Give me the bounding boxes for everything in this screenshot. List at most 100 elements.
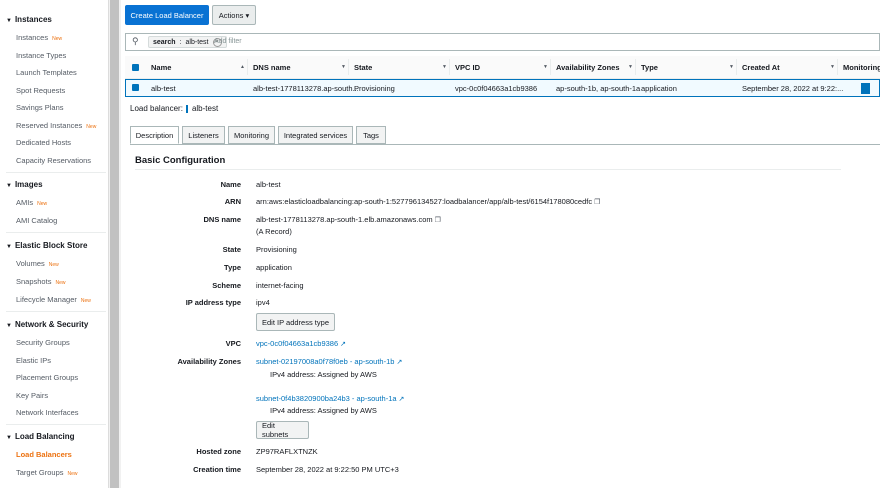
label-ip-address-type: IP address type	[185, 298, 241, 307]
column-header-created[interactable]: Created At	[742, 63, 780, 72]
tab-divider	[130, 144, 880, 145]
sidebar-item-elastic-ips[interactable]: Elastic IPs	[16, 356, 51, 365]
selected-lb-label: Load balancer: alb-test	[130, 104, 219, 113]
label-state: State	[222, 245, 241, 254]
create-load-balancer-button[interactable]: Create Load Balancer	[125, 5, 209, 25]
sidebar-item-network-interfaces[interactable]: Network Interfaces	[16, 408, 79, 417]
sidebar-divider	[6, 424, 106, 425]
tab-monitoring[interactable]: Monitoring	[228, 126, 275, 144]
sidebar-item-key-pairs[interactable]: Key Pairs	[16, 391, 48, 400]
sidebar-item-reserved-instances[interactable]: Reserved Instances New	[16, 121, 96, 130]
sort-icon[interactable]: ▼	[729, 64, 734, 70]
sort-icon[interactable]: ▼	[543, 64, 548, 70]
cell-dns: alb-test-1778113278.ap-south...	[253, 84, 359, 93]
row-checkbox[interactable]	[132, 84, 139, 91]
cell-created: September 28, 2022 at 9:22:...	[742, 84, 844, 93]
sidebar-item-dedicated-hosts[interactable]: Dedicated Hosts	[16, 138, 71, 147]
sidebar-item-placement-groups[interactable]: Placement Groups	[16, 373, 78, 382]
copy-icon[interactable]: ❐	[594, 199, 600, 206]
text-cursor-icon	[185, 104, 188, 113]
sort-icon[interactable]: ▼	[830, 64, 835, 70]
sort-asc-icon[interactable]: ▲	[240, 64, 245, 70]
value-dns-record: (A Record)	[256, 227, 292, 236]
sidebar-item-volumes[interactable]: Volumes New	[16, 259, 59, 268]
sidebar-item-spot-requests[interactable]: Spot Requests	[16, 86, 65, 95]
value-scheme: internet-facing	[256, 281, 304, 290]
external-link-icon: ↗	[396, 359, 403, 366]
subnet-1b-ipv4: IPv4 address: Assigned by AWS	[270, 370, 377, 379]
table-header: Name ▲ DNS name ▼ State ▼ VPC ID ▼ Avail…	[125, 56, 880, 79]
tab-description[interactable]: Description	[130, 126, 179, 144]
external-link-icon: ↗	[340, 341, 347, 348]
chevron-down-icon: ▾	[245, 10, 250, 20]
value-hosted-zone: ZP97RAFLXTNZK	[256, 447, 318, 456]
section-divider	[135, 169, 841, 170]
subnet-1b-link[interactable]: subnet-02197008a0f78f0eb - ap-south-1b ↗	[256, 357, 402, 366]
search-filter-bar[interactable]: ⚲ search: alb-test ✕ Add filter	[125, 33, 880, 51]
new-badge: New	[67, 471, 78, 477]
sidebar-item-ami-catalog[interactable]: AMI Catalog	[16, 216, 57, 225]
column-header-state[interactable]: State	[354, 63, 372, 72]
sort-icon[interactable]: ▼	[442, 64, 447, 70]
label-arn: ARN	[224, 197, 241, 206]
collapse-triangle-icon: ▼	[6, 244, 12, 250]
label-vpc: VPC	[225, 339, 241, 348]
sidebar-scrollbar-thumb[interactable]	[110, 0, 119, 488]
section-title: Basic Configuration	[135, 155, 226, 166]
column-header-name[interactable]: Name	[151, 63, 171, 72]
sidebar-item-target-groups[interactable]: Target Groups New	[16, 468, 78, 477]
label-hosted-zone: Hosted zone	[196, 447, 241, 456]
sidebar-item-load-balancers[interactable]: Load Balancers	[16, 450, 72, 459]
select-all-checkbox[interactable]	[132, 64, 139, 71]
sort-icon[interactable]: ▼	[628, 64, 633, 70]
value-arn: arn:aws:elasticloadbalancing:ap-south-1:…	[256, 197, 601, 206]
sidebar-item-snapshots[interactable]: Snapshots New	[16, 277, 65, 286]
sort-icon[interactable]: ▼	[341, 64, 346, 70]
column-header-monitoring[interactable]: Monitoring	[843, 63, 880, 72]
sidebar-item-lifecycle-manager[interactable]: Lifecycle Manager New	[16, 295, 91, 304]
sidebar-item-savings-plans[interactable]: Savings Plans	[16, 103, 64, 112]
sidebar-group-load-balancing[interactable]: ▼ Load Balancing	[6, 432, 75, 441]
column-header-type[interactable]: Type	[641, 63, 658, 72]
collapse-triangle-icon: ▼	[6, 323, 12, 329]
sidebar-nav: ▼ Instances Instances New Instance Types L…	[0, 0, 108, 488]
search-icon: ⚲	[132, 36, 139, 46]
add-filter-input[interactable]: Add filter	[214, 38, 242, 45]
cell-vpc: vpc-0c0f04663a1cb9386	[455, 84, 538, 93]
column-header-vpc[interactable]: VPC ID	[455, 63, 480, 72]
sidebar-item-instances[interactable]: Instances New	[16, 33, 62, 42]
subnet-1a-link[interactable]: subnet-0f4b3820900ba24b3 - ap-south-1a ↗	[256, 394, 404, 403]
table-row[interactable]: alb-test alb-test-1778113278.ap-south...…	[125, 79, 880, 97]
sidebar-group-ebs[interactable]: ▼ Elastic Block Store	[6, 241, 87, 250]
value-name: alb-test	[256, 180, 281, 189]
new-badge: New	[52, 36, 63, 42]
value-creation-time: September 28, 2022 at 9:22:50 PM UTC+3	[256, 465, 399, 474]
copy-icon[interactable]: ❐	[435, 217, 441, 224]
actions-dropdown-button[interactable]: Actions ▾	[212, 5, 256, 25]
vpc-link[interactable]: vpc-0c0f04663a1cb9386 ↗	[256, 339, 346, 348]
monitoring-icon[interactable]	[861, 83, 870, 94]
label-dns: DNS name	[203, 215, 241, 224]
sidebar-item-capacity-reservations[interactable]: Capacity Reservations	[16, 156, 91, 165]
tab-integrated-services[interactable]: Integrated services	[278, 126, 353, 144]
sidebar-item-amis[interactable]: AMIs New	[16, 198, 47, 207]
column-header-az[interactable]: Availability Zones	[556, 63, 620, 72]
sidebar-group-network-security[interactable]: ▼ Network & Security	[6, 320, 88, 329]
tab-listeners[interactable]: Listeners	[182, 126, 225, 144]
sidebar-divider	[6, 232, 106, 233]
edit-ip-address-type-button[interactable]: Edit IP address type	[256, 313, 335, 331]
cell-state: Provisioning	[354, 84, 395, 93]
sidebar-item-launch-templates[interactable]: Launch Templates	[16, 68, 77, 77]
sidebar-group-instances[interactable]: ▼ Instances	[6, 15, 52, 24]
new-badge: New	[37, 201, 48, 207]
main-content: Create Load Balancer Actions ▾ ⚲ search:…	[121, 0, 880, 488]
sidebar-item-instance-types[interactable]: Instance Types	[16, 51, 66, 60]
edit-subnets-button[interactable]: Edit subnets	[256, 421, 309, 439]
sidebar-group-images[interactable]: ▼ Images	[6, 180, 43, 189]
label-name: Name	[220, 180, 241, 189]
sidebar-item-security-groups[interactable]: Security Groups	[16, 338, 70, 347]
column-header-dns[interactable]: DNS name	[253, 63, 291, 72]
cell-az: ap-south-1b, ap-south-1a	[556, 84, 641, 93]
collapse-triangle-icon: ▼	[6, 183, 12, 189]
tab-tags[interactable]: Tags	[356, 126, 386, 144]
